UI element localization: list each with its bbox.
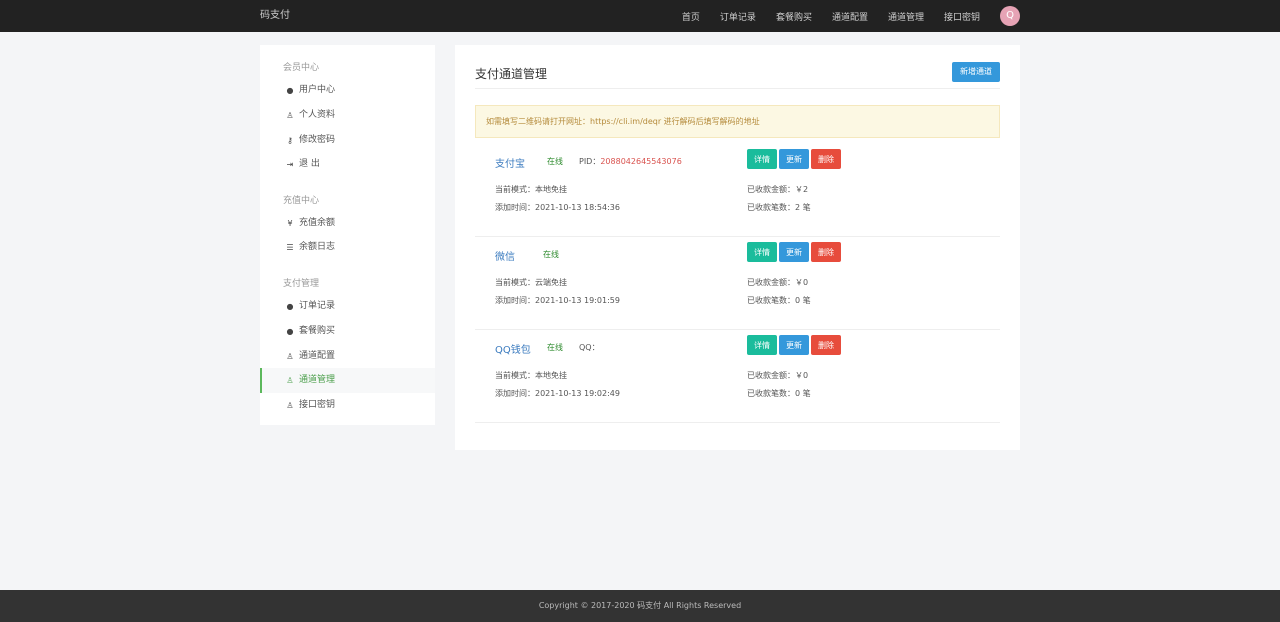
channel-name[interactable]: 支付宝 (495, 155, 525, 170)
channel-amount: 已收款金额：￥0 (747, 278, 809, 287)
nav-orders[interactable]: 订单记录 (720, 10, 756, 23)
sidebar-item-channel-config[interactable]: ♙ 通道配置 (260, 344, 435, 369)
channel-added-time: 添加时间：2021-10-13 19:01:59 (495, 296, 620, 305)
user-icon: ♙ (286, 111, 294, 120)
sidebar-item-orders[interactable]: ● 订单记录 (260, 294, 435, 319)
channel-row: 支付宝 在线 PID：2088042645543076 详情 更新 删除 当前模… (475, 144, 1000, 237)
nav-api-key[interactable]: 接口密钥 (944, 10, 980, 23)
detail-button[interactable]: 详情 (747, 149, 777, 169)
delete-button[interactable]: 删除 (811, 242, 841, 262)
sidebar-section-payment: 支付管理 (283, 279, 320, 289)
user-circle-icon: ● (286, 302, 294, 311)
sidebar-item-profile[interactable]: ♙ 个人资料 (260, 103, 435, 128)
sidebar-section-member: 会员中心 (283, 63, 320, 73)
detail-button[interactable]: 详情 (747, 335, 777, 355)
channel-amount: 已收款金额：￥0 (747, 371, 809, 380)
channel-name[interactable]: QQ钱包 (495, 341, 531, 356)
channel-added-time: 添加时间：2021-10-13 18:54:36 (495, 203, 620, 212)
user-icon: ♙ (286, 401, 294, 410)
sidebar-item-user-center[interactable]: ● 用户中心 (260, 78, 435, 103)
update-button[interactable]: 更新 (779, 335, 809, 355)
detail-button[interactable]: 详情 (747, 242, 777, 262)
channel-name[interactable]: 微信 (495, 248, 515, 263)
channel-added-time: 添加时间：2021-10-13 19:02:49 (495, 389, 620, 398)
status-badge: 在线 (547, 343, 563, 352)
sidebar-item-label: 用户中心 (299, 85, 336, 95)
sidebar-item-label: 接口密钥 (299, 400, 336, 410)
delete-button[interactable]: 删除 (811, 335, 841, 355)
sidebar-item-label: 退 出 (299, 159, 320, 169)
sidebar-item-label: 修改密码 (299, 135, 336, 145)
top-navbar: 码支付 首页 订单记录 套餐购买 通道配置 通道管理 接口密钥 Q (0, 0, 1280, 32)
add-channel-button[interactable]: 新增通道 (952, 62, 1000, 82)
channel-row: 微信 在线 详情 更新 删除 当前模式：云端免挂 添加时间：2021-10-13… (475, 237, 1000, 330)
channel-mode: 当前模式：本地免挂 (495, 185, 567, 194)
channel-actions: 详情 更新 删除 (747, 335, 843, 355)
header-divider (475, 88, 1000, 89)
sidebar-item-balance-log[interactable]: ☰ 余额日志 (260, 235, 435, 260)
user-icon: ♙ (286, 376, 294, 385)
channel-count: 已收款笔数：0 笔 (747, 296, 811, 305)
channel-id-label: QQ： (579, 343, 600, 352)
main-panel: 支付通道管理 新增通道 如需填写二维码请打开网址：https://cli.im/… (455, 45, 1020, 450)
channel-count: 已收款笔数：2 笔 (747, 203, 811, 212)
user-circle-icon: ● (286, 86, 294, 95)
sidebar-item-label: 余额日志 (299, 242, 336, 252)
nav-channel-manage[interactable]: 通道管理 (888, 10, 924, 23)
yen-icon: ¥ (287, 219, 293, 228)
user-icon: ♙ (286, 352, 294, 361)
delete-button[interactable]: 删除 (811, 149, 841, 169)
update-button[interactable]: 更新 (779, 149, 809, 169)
sidebar-item-label: 充值余额 (299, 218, 336, 228)
channel-row: QQ钱包 在线 QQ： 详情 更新 删除 当前模式：本地免挂 添加时间：2021… (475, 330, 1000, 423)
channel-id: PID：2088042645543076 (579, 156, 682, 167)
channel-count: 已收款笔数：0 笔 (747, 389, 811, 398)
user-circle-icon: ● (286, 327, 294, 336)
sidebar-item-label: 通道配置 (299, 351, 336, 361)
update-button[interactable]: 更新 (779, 242, 809, 262)
sidebar-item-label: 订单记录 (299, 301, 336, 311)
brand-logo[interactable]: 码支付 (260, 0, 290, 32)
nav-home[interactable]: 首页 (682, 10, 700, 23)
sidebar-item-packages[interactable]: ● 套餐购买 (260, 319, 435, 344)
sidebar-item-api-key[interactable]: ♙ 接口密钥 (260, 393, 435, 418)
nav-packages[interactable]: 套餐购买 (776, 10, 812, 23)
key-icon: ⚷ (287, 136, 293, 145)
page-title: 支付通道管理 (475, 67, 548, 81)
avatar[interactable]: Q (1000, 6, 1020, 26)
list-icon: ☰ (286, 243, 294, 252)
top-nav: 首页 订单记录 套餐购买 通道配置 通道管理 接口密钥 Q (662, 0, 1020, 32)
sidebar-item-change-password[interactable]: ⚷ 修改密码 (260, 128, 435, 153)
sign-out-icon: ⇥ (286, 160, 294, 169)
channel-mode: 当前模式：本地免挂 (495, 371, 567, 380)
qr-notice: 如需填写二维码请打开网址：https://cli.im/deqr 进行解码后填写… (475, 105, 1000, 138)
channel-actions: 详情 更新 删除 (747, 149, 843, 169)
sidebar-item-logout[interactable]: ⇥ 退 出 (260, 152, 435, 177)
status-badge: 在线 (547, 157, 563, 166)
sidebar-section-recharge: 充值中心 (283, 196, 320, 206)
channel-id-value: 2088042645543076 (600, 157, 682, 166)
nav-channel-config[interactable]: 通道配置 (832, 10, 868, 23)
sidebar: 会员中心 ● 用户中心 ♙ 个人资料 ⚷ 修改密码 ⇥ 退 出 充值中心 ¥ 充值余额 ☰… (260, 45, 435, 425)
status-badge: 在线 (543, 250, 559, 259)
channel-id-label: PID： (579, 157, 601, 166)
footer: Copyright © 2017-2020 码支付 All Rights Res… (0, 590, 1280, 622)
channel-actions: 详情 更新 删除 (747, 242, 843, 262)
sidebar-item-label: 通道管理 (299, 375, 336, 385)
sidebar-item-channel-manage[interactable]: ♙ 通道管理 (260, 368, 435, 393)
channel-amount: 已收款金额：￥2 (747, 185, 809, 194)
channel-mode: 当前模式：云端免挂 (495, 278, 567, 287)
sidebar-item-label: 套餐购买 (299, 326, 336, 336)
sidebar-item-label: 个人资料 (299, 110, 336, 120)
sidebar-item-recharge[interactable]: ¥ 充值余额 (260, 211, 435, 236)
channel-id: QQ： (579, 342, 600, 353)
